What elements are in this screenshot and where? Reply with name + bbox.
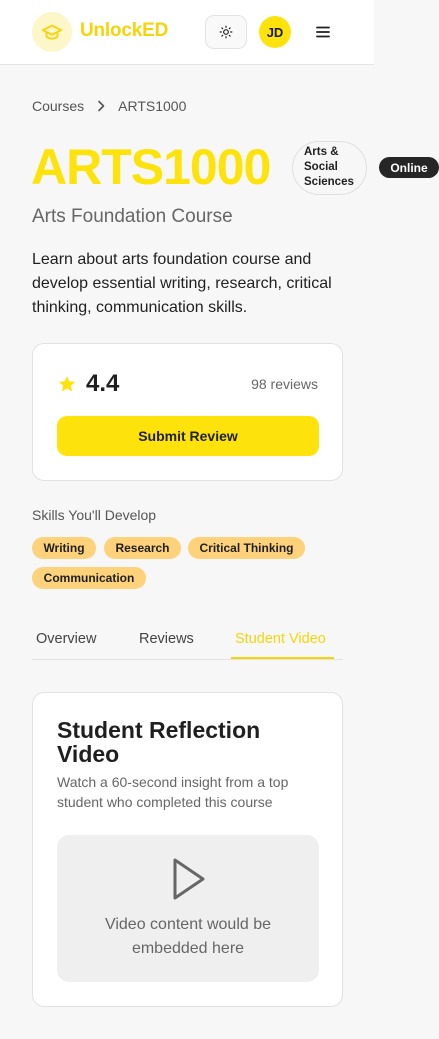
- video-subtitle: Watch a 60-second insight from a top stu…: [57, 774, 289, 810]
- tab-reviews[interactable]: Reviews: [139, 631, 194, 647]
- submit-review-button[interactable]: Submit Review: [57, 416, 319, 456]
- logo-text[interactable]: UnlockED: [80, 20, 168, 42]
- star-icon: [58, 376, 76, 392]
- course-description: Learn about arts foundation course and d…: [32, 251, 332, 316]
- skill-tag-research: Research: [104, 537, 181, 559]
- video-placeholder-line-1: Video content would be: [104, 916, 272, 933]
- active-tab-indicator: [231, 657, 334, 659]
- tab-student-video[interactable]: Student Video: [235, 631, 326, 647]
- top-header: UnlockED JD: [0, 0, 374, 65]
- play-icon[interactable]: [171, 857, 207, 901]
- video-title: Student Reflection Video: [57, 717, 261, 767]
- user-avatar[interactable]: JD: [259, 16, 291, 48]
- skill-tag-communication: Communication: [32, 567, 146, 589]
- sun-icon: [219, 25, 233, 39]
- delivery-badge: Online: [379, 157, 439, 178]
- course-title: Arts Foundation Course: [32, 206, 233, 227]
- tabs-divider: [32, 659, 343, 660]
- graduation-cap-icon: [41, 24, 63, 40]
- menu-button[interactable]: [313, 21, 333, 43]
- logo-badge[interactable]: [32, 12, 72, 52]
- breadcrumb-current: ARTS1000: [118, 98, 187, 114]
- breadcrumb-courses-link[interactable]: Courses: [32, 98, 84, 114]
- chevron-right-icon: [94, 99, 108, 113]
- course-code: ARTS1000: [31, 139, 271, 195]
- faculty-line-1: Arts &: [304, 146, 339, 158]
- hamburger-menu-icon: [316, 26, 330, 38]
- skills-heading: Skills You'll Develop: [32, 507, 157, 523]
- video-placeholder-line-2: embedded here: [131, 940, 245, 957]
- skill-tag-critical-thinking: Critical Thinking: [188, 537, 305, 559]
- faculty-line-2: Social: [304, 161, 338, 173]
- breadcrumb: Courses ARTS1000: [32, 98, 186, 114]
- theme-toggle-button[interactable]: [205, 15, 247, 49]
- video-placeholder-text: Video content would be embedded here: [57, 913, 319, 961]
- video-player-placeholder[interactable]: Video content would be embedded here: [57, 835, 319, 982]
- student-video-card: Student Reflection Video Watch a 60-seco…: [32, 692, 343, 1007]
- faculty-badge: Arts & Social Sciences: [292, 141, 367, 195]
- rating-value: 4.4: [86, 370, 120, 397]
- tab-overview[interactable]: Overview: [36, 631, 96, 647]
- faculty-line-3: Sciences: [304, 176, 354, 188]
- reviews-count: 98 reviews: [251, 376, 318, 392]
- skill-tag-writing: Writing: [32, 537, 96, 559]
- rating-card: 4.4 98 reviews Submit Review: [32, 343, 343, 481]
